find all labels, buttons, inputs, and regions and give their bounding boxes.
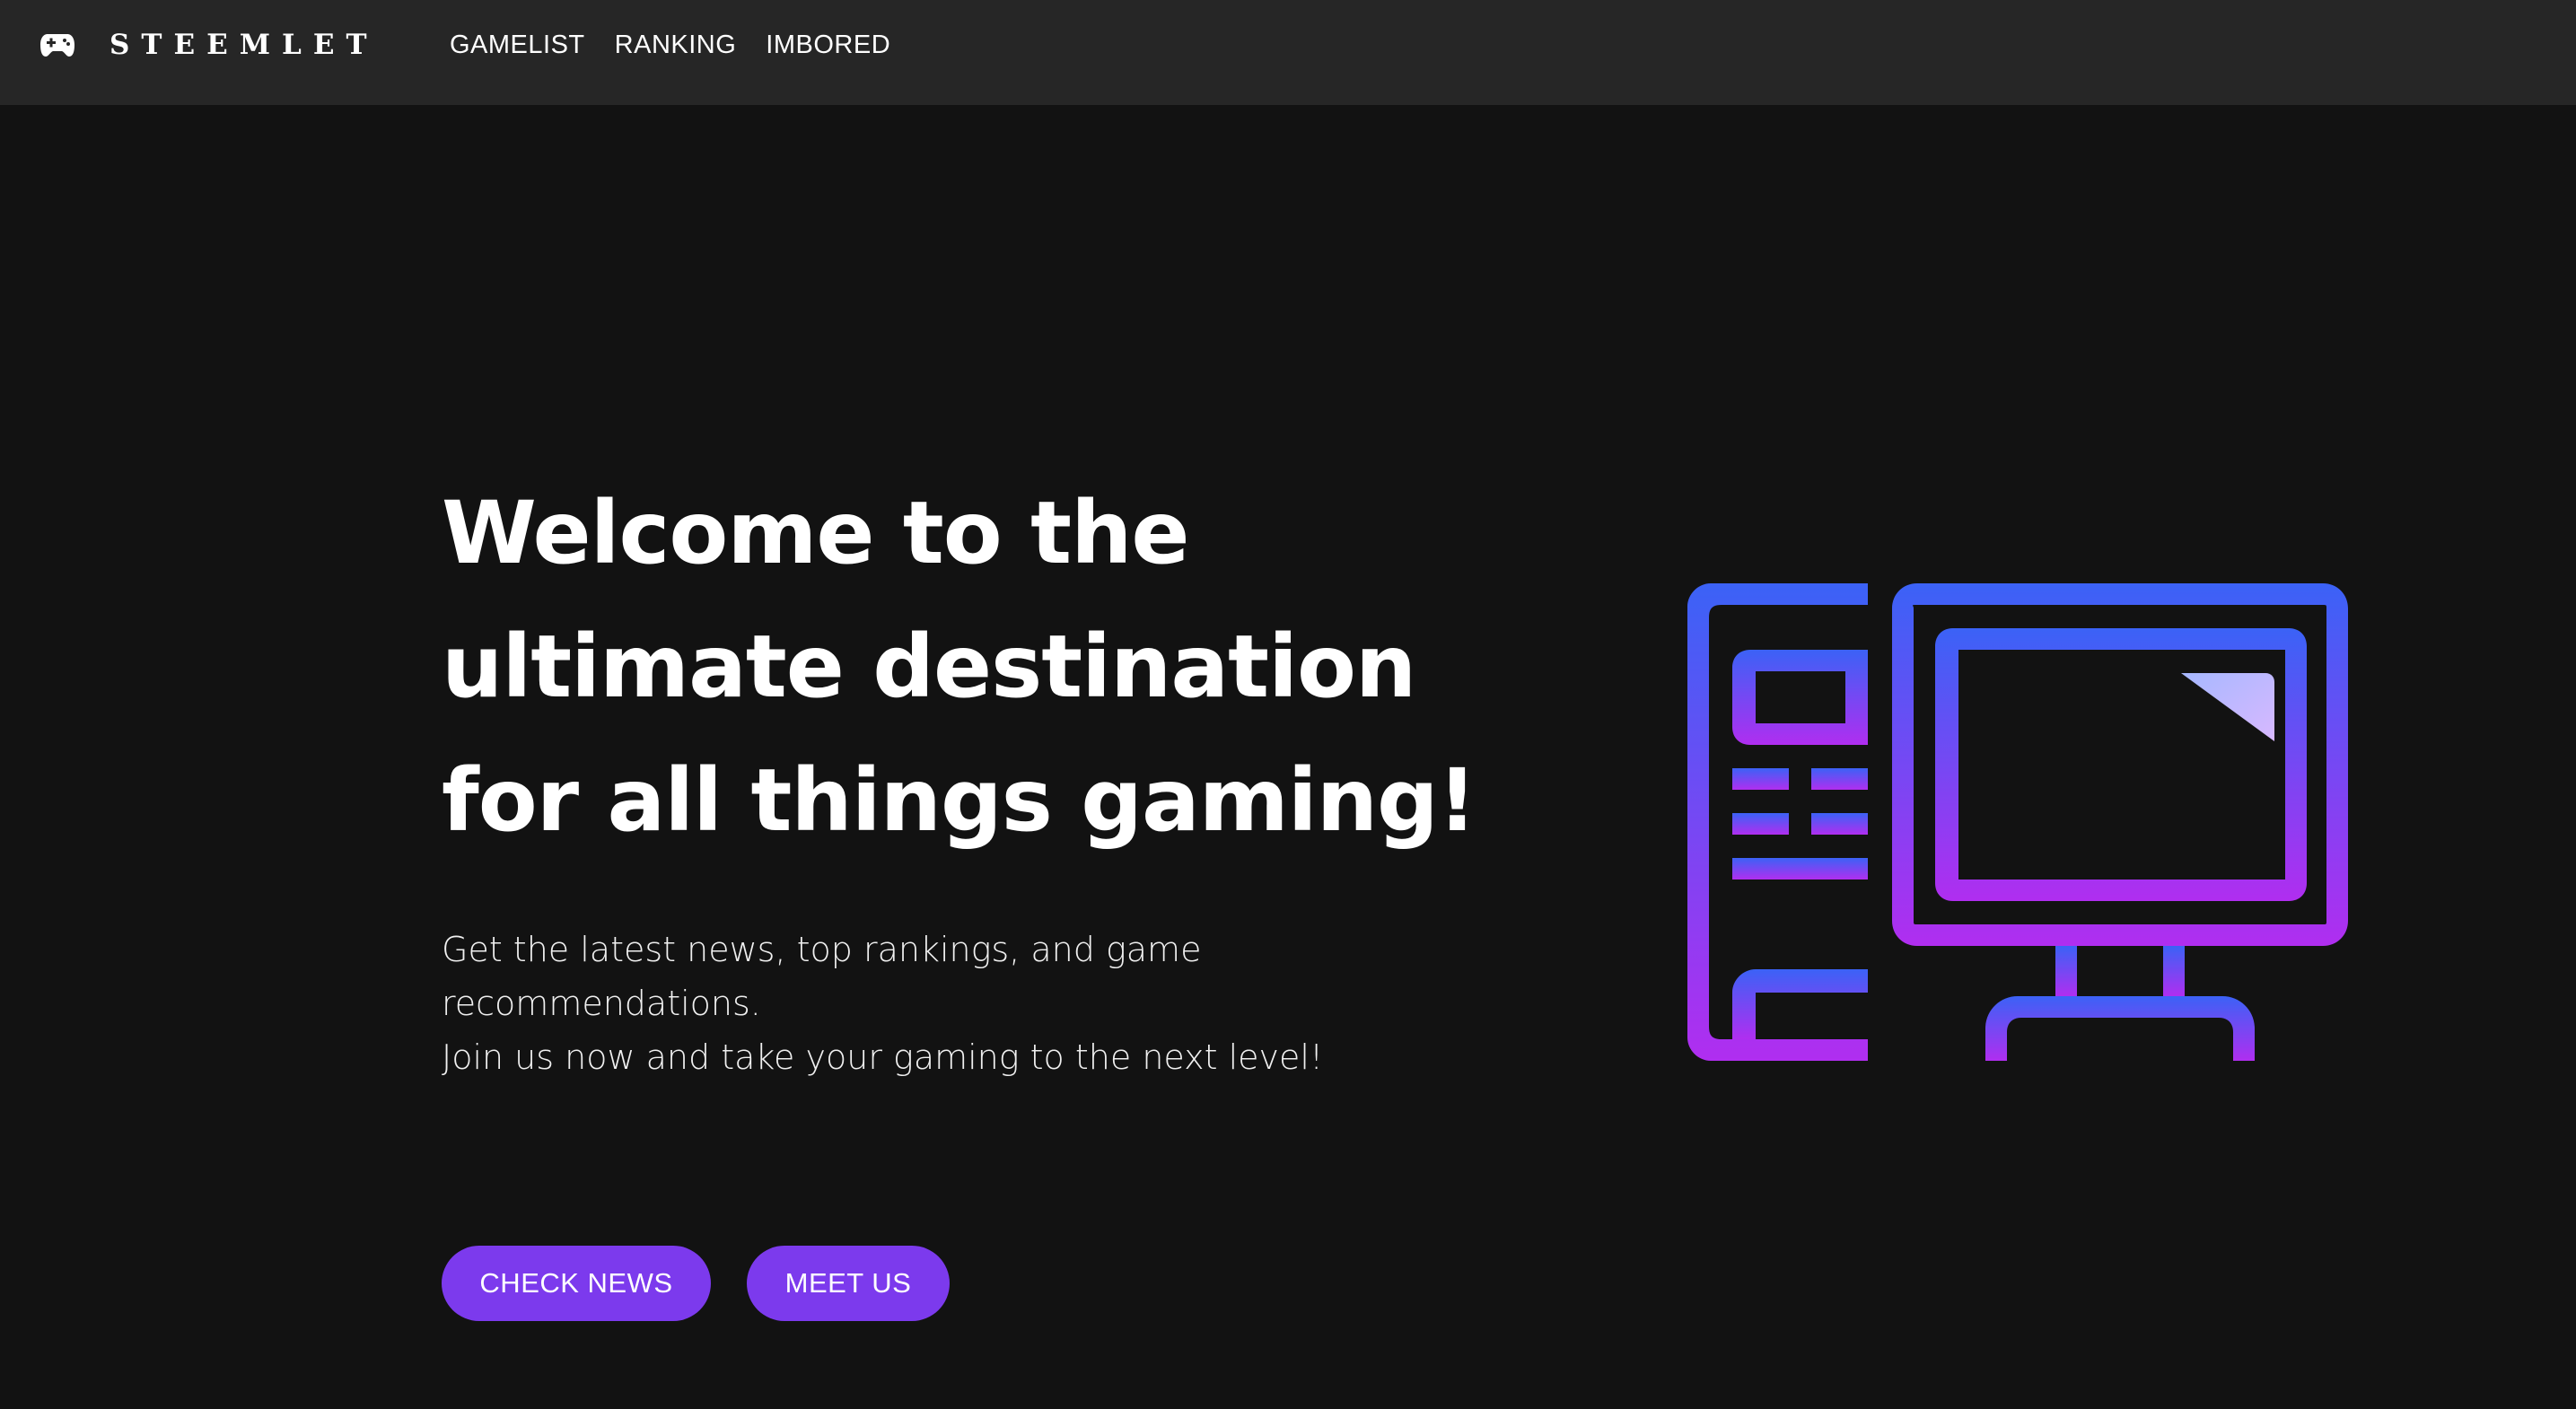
top-navbar: STEEMLET GAMELIST RANKING IMBORED [0, 0, 2576, 105]
gamepad-icon [40, 34, 74, 57]
nav-link-gamelist[interactable]: GAMELIST [450, 31, 585, 60]
hero-title: Welcome to the ultimate destination for … [442, 483, 1477, 851]
brand-name: STEEMLET [110, 29, 379, 61]
nav-link-imbored[interactable]: IMBORED [766, 31, 890, 60]
nav-links: GAMELIST RANKING IMBORED [450, 0, 920, 90]
nav-link-ranking[interactable]: RANKING [615, 31, 737, 60]
desktop-computer-icon [1687, 583, 2348, 1061]
hero-description: Get the latest news, top rankings, and g… [442, 923, 1339, 1084]
hero-description-line-2: Join us now and take your gaming to the … [442, 1037, 1324, 1077]
check-news-button[interactable]: CHECK NEWS [442, 1246, 711, 1321]
brand-logo[interactable]: STEEMLET [39, 0, 379, 90]
meet-us-button[interactable]: MEET US [747, 1246, 950, 1321]
hero-description-line-1: Get the latest news, top rankings, and g… [442, 930, 1202, 1023]
